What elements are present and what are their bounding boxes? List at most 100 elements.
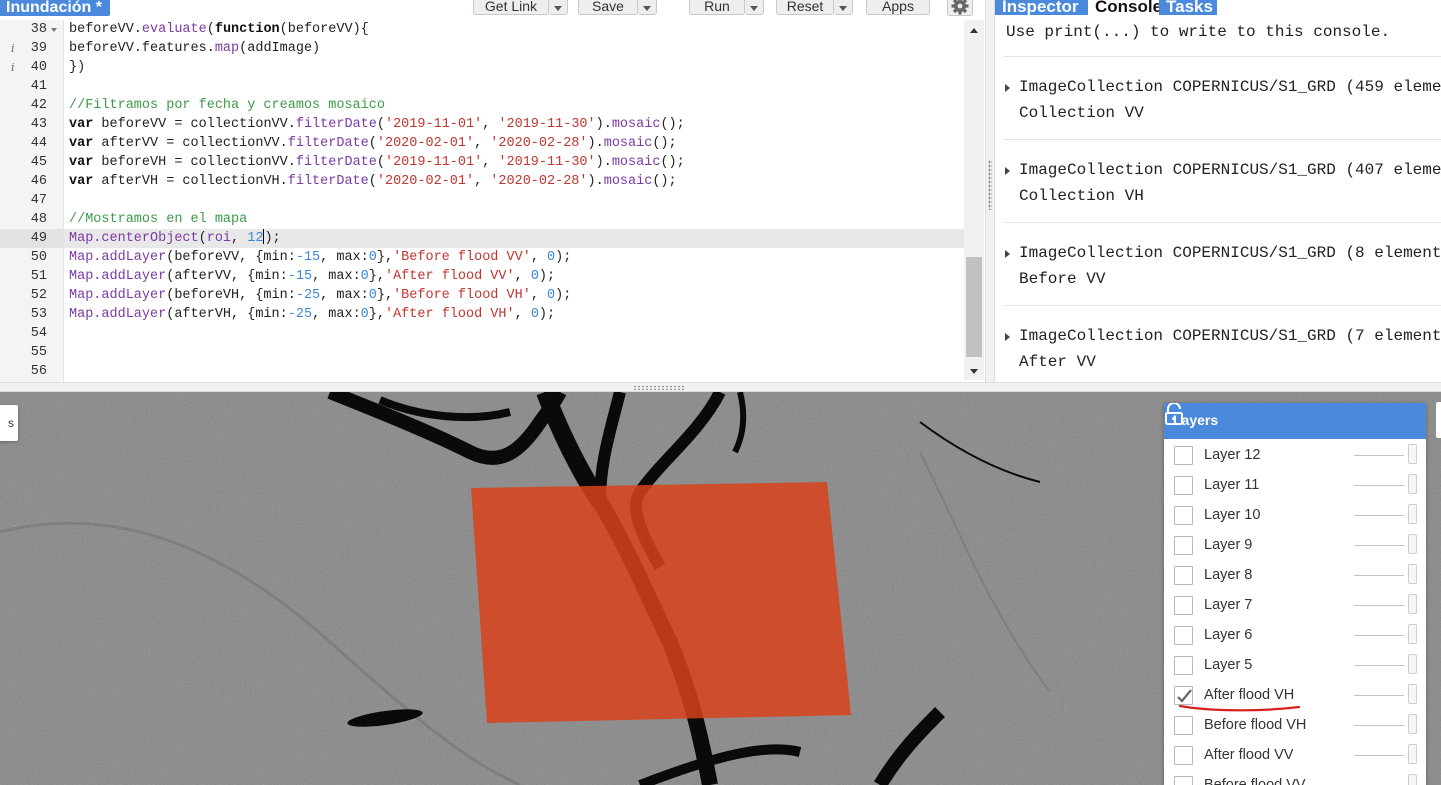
opacity-slider-thumb[interactable] [1408,504,1417,524]
code-line[interactable]: Map.addLayer(afterVH, {min:-25, max:0},'… [64,305,969,324]
opacity-slider-track[interactable] [1354,725,1404,726]
code-line[interactable]: Map.addLayer(beforeVV, {min:-15, max:0},… [64,248,969,267]
opacity-slider-track[interactable] [1354,665,1404,666]
console-entry[interactable]: ImageCollection COPERNICUS/S1_GRD (459 e… [1003,56,1441,140]
layer-checkbox[interactable] [1174,656,1193,675]
editor-scrollbar-thumb[interactable] [966,257,982,357]
code-line[interactable]: Map.addLayer(afterVV, {min:-15, max:0},'… [64,267,969,286]
layer-checkbox[interactable] [1174,746,1193,765]
info-icon[interactable]: i [11,39,15,58]
code-line[interactable]: var beforeVH = collectionVV.filterDate('… [64,153,969,172]
scroll-down-arrow-icon[interactable] [970,369,978,374]
opacity-slider-track[interactable] [1354,485,1404,486]
code-line[interactable] [64,343,969,362]
layer-checkbox[interactable] [1174,536,1193,555]
opacity-slider-track[interactable] [1354,635,1404,636]
code-line[interactable]: //Mostramos en el mapa [64,210,969,229]
get-link-button[interactable]: Get Link [473,0,549,15]
get-link-dropdown[interactable] [549,0,568,15]
opacity-slider-track[interactable] [1354,515,1404,516]
opacity-slider-track[interactable] [1354,755,1404,756]
tab-tasks[interactable]: Tasks [1159,0,1217,15]
run-dropdown[interactable] [745,0,764,15]
opacity-slider-thumb[interactable] [1408,744,1417,764]
tab-inspector[interactable]: Inspector [995,0,1088,15]
code-line[interactable] [64,77,969,96]
opacity-slider-thumb[interactable] [1408,684,1417,704]
expand-arrow-icon[interactable] [1005,250,1010,258]
opacity-slider-track[interactable] [1354,695,1404,696]
settings-button[interactable] [947,0,973,16]
layer-checkbox[interactable] [1174,446,1193,465]
code-line[interactable]: beforeVV.evaluate(function(beforeVV){ [64,20,969,39]
map-control-button[interactable]: s [0,405,18,441]
layer-checkbox[interactable] [1174,626,1193,645]
code-line[interactable] [64,324,969,343]
scroll-up-arrow-icon[interactable] [970,28,978,33]
opacity-slider-thumb[interactable] [1408,774,1417,785]
layer-checkbox[interactable] [1174,776,1193,785]
opacity-slider-thumb[interactable] [1408,444,1417,464]
expand-arrow-icon[interactable] [1005,333,1010,341]
layer-label[interactable]: Layer 8 [1204,567,1252,583]
opacity-slider-track[interactable] [1354,545,1404,546]
opacity-slider-thumb[interactable] [1408,474,1417,494]
code-line[interactable]: }) [64,58,969,77]
code-line[interactable]: //Filtramos por fecha y creamos mosaico [64,96,969,115]
layer-checkbox[interactable] [1174,596,1193,615]
opacity-slider-thumb[interactable] [1408,564,1417,584]
expand-arrow-icon[interactable] [1005,84,1010,92]
save-button[interactable]: Save [578,0,638,15]
layer-checkbox[interactable] [1174,506,1193,525]
code-line[interactable]: var afterVV = collectionVV.filterDate('2… [64,134,969,153]
opacity-slider-thumb[interactable] [1408,624,1417,644]
unlock-icon[interactable] [1164,403,1184,425]
console-entry[interactable]: ImageCollection COPERNICUS/S1_GRD (8 ele… [1003,222,1441,306]
horizontal-splitter[interactable] [0,382,1441,392]
code-line[interactable]: var afterVH = collectionVH.filterDate('2… [64,172,969,191]
layer-label[interactable]: Layer 11 [1204,477,1259,493]
code-line[interactable] [64,191,969,210]
layer-checkbox[interactable] [1174,476,1193,495]
opacity-slider-thumb[interactable] [1408,594,1417,614]
layer-label[interactable]: Layer 7 [1204,597,1252,613]
code-line[interactable] [64,362,969,381]
layer-label[interactable]: Before flood VV [1204,777,1306,785]
opacity-slider-thumb[interactable] [1408,534,1417,554]
opacity-slider-thumb[interactable] [1408,654,1417,674]
map-type-control[interactable] [1436,402,1441,438]
opacity-slider-track[interactable] [1354,605,1404,606]
layer-label[interactable]: After flood VH [1204,687,1294,703]
opacity-slider-thumb[interactable] [1408,714,1417,734]
layer-checkbox[interactable] [1174,566,1193,585]
apps-button[interactable]: Apps [866,0,930,15]
script-title[interactable]: Inundación * [0,0,110,16]
save-dropdown[interactable] [638,0,657,15]
editor-scrollbar[interactable] [964,20,984,380]
opacity-slider-track[interactable] [1354,455,1404,456]
code-line[interactable]: Map.centerObject(roi, 12); [64,229,969,248]
layer-label[interactable]: Layer 5 [1204,657,1252,673]
layer-label[interactable]: Layer 12 [1204,447,1260,463]
code-line[interactable]: beforeVV.features.map(addImage) [64,39,969,58]
layer-checkbox[interactable] [1174,716,1193,735]
layer-label[interactable]: Layer 10 [1204,507,1260,523]
layer-label[interactable]: After flood VV [1204,747,1293,763]
expand-arrow-icon[interactable] [1005,167,1010,175]
reset-dropdown[interactable] [834,0,853,15]
tab-console[interactable]: Console [1088,0,1162,15]
info-icon[interactable]: i [11,58,15,77]
fold-arrow-icon[interactable] [51,28,57,32]
layer-label[interactable]: Layer 6 [1204,627,1252,643]
run-button[interactable]: Run [689,0,745,15]
vertical-splitter[interactable] [985,0,995,382]
code-line[interactable]: Map.addLayer(beforeVH, {min:-25, max:0},… [64,286,969,305]
opacity-slider-track[interactable] [1354,575,1404,576]
map-view[interactable]: s Layers Layer 12 Layer 11 Layer 10 Layer 9… [0,392,1441,785]
layer-label[interactable]: Layer 9 [1204,537,1252,553]
console-entry[interactable]: ImageCollection COPERNICUS/S1_GRD (407 e… [1003,139,1441,223]
reset-button[interactable]: Reset [776,0,834,15]
code-line[interactable]: var beforeVV = collectionVV.filterDate('… [64,115,969,134]
layer-label[interactable]: Before flood VH [1204,717,1306,733]
console-entry[interactable]: ImageCollection COPERNICUS/S1_GRD (7 ele… [1003,305,1441,382]
